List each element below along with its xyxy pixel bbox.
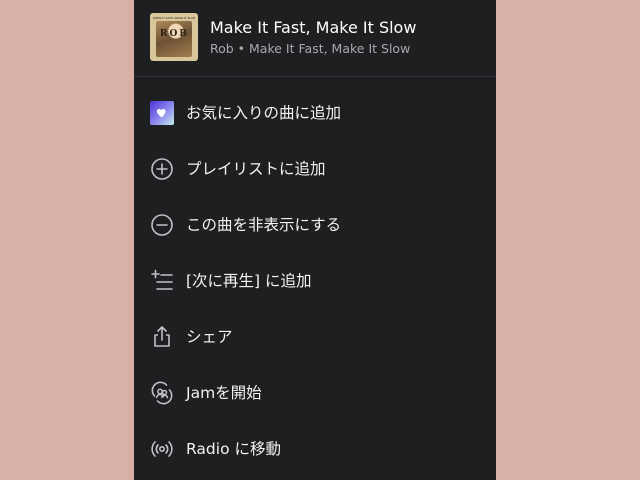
menu-item-add-to-liked[interactable]: お気に入りの曲に追加 bbox=[134, 85, 496, 141]
add-to-queue-icon bbox=[150, 269, 174, 293]
menu-label-add-to-liked: お気に入りの曲に追加 bbox=[186, 104, 342, 122]
context-menu-sheet: MAKE IT FAST, MAKE IT SLOW ROB Make It F… bbox=[134, 0, 496, 480]
menu-label-share: シェア bbox=[186, 328, 233, 346]
menu-item-add-to-queue[interactable]: [次に再生] に追加 bbox=[134, 253, 496, 309]
plus-circle-icon bbox=[150, 157, 174, 181]
album-cover: MAKE IT FAST, MAKE IT SLOW ROB bbox=[150, 13, 198, 61]
cover-title-text: MAKE IT FAST, MAKE IT SLOW bbox=[153, 16, 195, 20]
track-header: MAKE IT FAST, MAKE IT SLOW ROB Make It F… bbox=[134, 0, 496, 77]
menu-label-start-jam: Jamを開始 bbox=[186, 384, 262, 402]
menu-label-hide-song: この曲を非表示にする bbox=[186, 216, 342, 234]
menu-label-add-to-queue: [次に再生] に追加 bbox=[186, 272, 312, 290]
menu-item-add-to-playlist[interactable]: プレイリストに追加 bbox=[134, 141, 496, 197]
track-subtitle: Rob • Make It Fast, Make It Slow bbox=[210, 41, 411, 56]
menu-item-hide-song[interactable]: この曲を非表示にする bbox=[134, 197, 496, 253]
minus-circle-icon bbox=[150, 213, 174, 237]
radio-icon bbox=[150, 437, 174, 461]
action-menu: お気に入りの曲に追加 プレイリストに追加 この曲を非表示にする [次に再生] に… bbox=[134, 85, 496, 477]
cover-art-image bbox=[156, 21, 192, 57]
menu-item-go-to-radio[interactable]: Radio に移動 bbox=[134, 421, 496, 477]
cover-artist-text: ROB bbox=[160, 29, 189, 39]
liked-songs-heart-icon bbox=[150, 101, 174, 125]
menu-item-start-jam[interactable]: Jamを開始 bbox=[134, 365, 496, 421]
menu-label-add-to-playlist: プレイリストに追加 bbox=[186, 160, 326, 178]
share-icon bbox=[150, 325, 174, 349]
menu-item-share[interactable]: シェア bbox=[134, 309, 496, 365]
jam-icon bbox=[150, 381, 174, 405]
track-title: Make It Fast, Make It Slow bbox=[210, 18, 417, 37]
menu-label-go-to-radio: Radio に移動 bbox=[186, 440, 281, 458]
